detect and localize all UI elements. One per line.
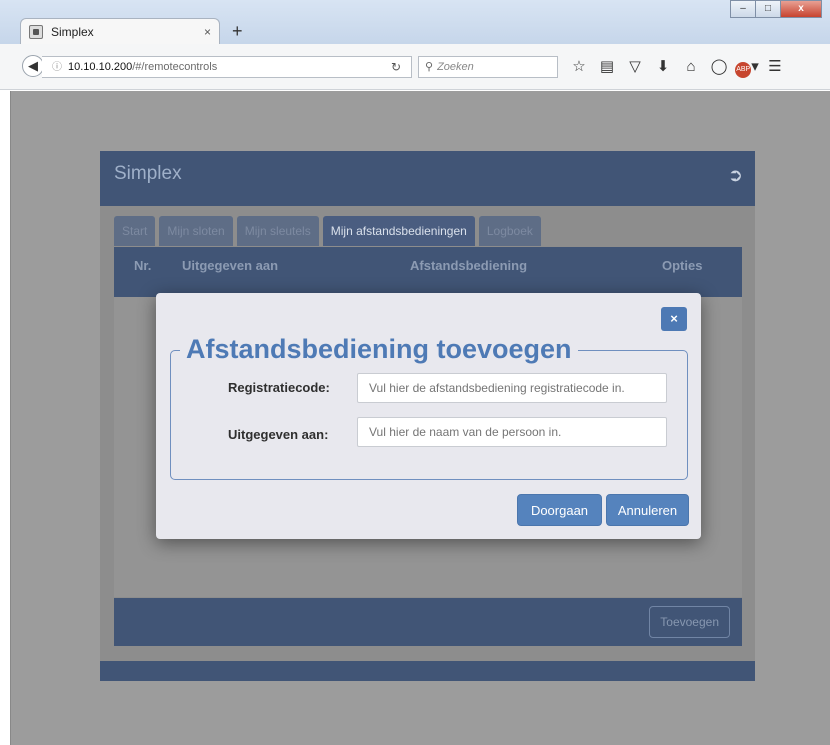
confirm-button[interactable]: Doorgaan [517, 494, 602, 526]
window-controls: – □ x [730, 0, 822, 18]
issued-to-input[interactable] [357, 417, 667, 447]
app-title: Simplex [114, 163, 182, 184]
close-window-button[interactable]: x [780, 0, 822, 18]
url-path: /#/remotecontrols [132, 61, 218, 73]
column-header-afstandsbediening: Afstandsbediening [410, 258, 528, 273]
search-input[interactable]: ⚲ Zoeken [418, 56, 558, 78]
info-icon[interactable]: ⓘ [52, 62, 62, 73]
table-header: Nr. Uitgegeven aan Afstandsbediening Opt… [114, 247, 742, 297]
logout-icon[interactable]: ➲ [728, 165, 743, 186]
browser-titlebar: Simplex × + – □ x [0, 0, 830, 44]
toolbar-icons: ☆ ▤ ▽ ⬇ ⌂ ◯ ABP▾ ☰ [565, 56, 789, 78]
new-tab-button[interactable]: + [232, 22, 243, 40]
menu-hamburger-icon[interactable]: ☰ [761, 56, 789, 78]
browser-tab[interactable]: Simplex × [20, 18, 220, 44]
chat-icon[interactable]: ◯ [705, 56, 733, 78]
app-tabs: Start Mijn sloten Mijn sleutels Mijn afs… [114, 216, 545, 246]
tab-mijn-afstandsbedieningen[interactable]: Mijn afstandsbedieningen [322, 216, 475, 246]
address-bar[interactable]: ⓘ 10.10.10.200/#/remotecontrols ↻ [42, 56, 412, 78]
modal-title: Afstandsbediening toevoegen [180, 334, 578, 365]
reading-list-icon[interactable]: ▤ [593, 56, 621, 78]
bookmark-star-icon[interactable]: ☆ [565, 56, 593, 78]
issued-to-label: Uitgegeven aan: [228, 427, 329, 442]
pocket-icon[interactable]: ▽ [621, 56, 649, 78]
adblock-icon[interactable]: ABP▾ [733, 56, 761, 78]
column-header-uitgegeven-aan: Uitgegeven aan [182, 258, 279, 273]
tab-mijn-sloten[interactable]: Mijn sloten [159, 216, 233, 246]
minimize-button[interactable]: – [730, 0, 756, 18]
app-footer: Toevoegen [114, 598, 742, 646]
registration-code-label: Registratiecode: [228, 380, 330, 395]
back-arrow-icon[interactable]: ◀ [22, 55, 44, 77]
column-header-nr: Nr. [134, 258, 152, 273]
add-remote-modal: × Afstandsbediening toevoegen Registrati… [156, 293, 701, 539]
tab-mijn-sleutels[interactable]: Mijn sleutels [236, 216, 319, 246]
reload-icon[interactable]: ↻ [391, 57, 401, 77]
page-favicon-icon [29, 24, 43, 39]
cancel-button[interactable]: Annuleren [606, 494, 689, 526]
app-header: Simplex ➲ [100, 151, 755, 206]
download-icon[interactable]: ⬇ [649, 56, 677, 78]
home-icon[interactable]: ⌂ [677, 56, 705, 78]
browser-navbar: ◀ ⓘ 10.10.10.200/#/remotecontrols ↻ ⚲ Zoek… [0, 44, 830, 90]
bottom-bar [100, 661, 755, 681]
registration-code-input[interactable] [357, 373, 667, 403]
search-placeholder: Zoeken [437, 61, 474, 73]
search-icon: ⚲ [425, 61, 434, 73]
add-button[interactable]: Toevoegen [649, 606, 730, 638]
tab-start[interactable]: Start [114, 216, 156, 246]
column-header-opties: Opties [662, 258, 703, 273]
modal-fieldset [170, 350, 688, 480]
tab-logboek[interactable]: Logboek [478, 216, 541, 246]
maximize-button[interactable]: □ [755, 0, 781, 18]
tab-close-icon[interactable]: × [204, 25, 211, 39]
url-host: 10.10.10.200 [68, 61, 133, 73]
tab-title: Simplex [51, 24, 94, 39]
modal-close-button[interactable]: × [661, 307, 687, 331]
